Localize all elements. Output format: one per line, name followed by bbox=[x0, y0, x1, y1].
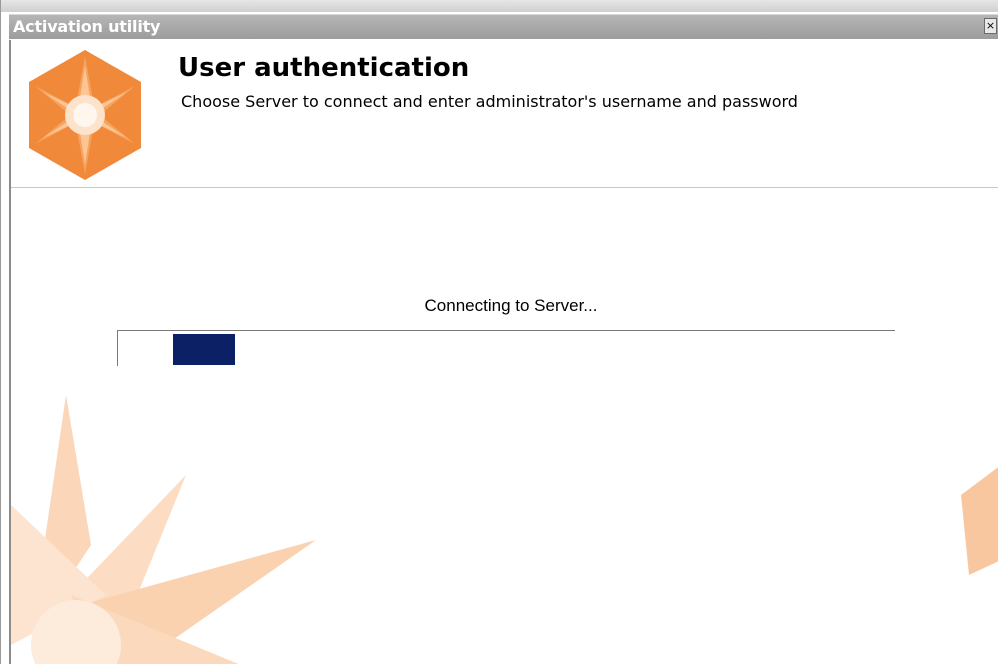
page-subtitle: Choose Server to connect and enter admin… bbox=[181, 92, 798, 111]
page-title: User authentication bbox=[178, 53, 470, 83]
dialog-client-area: User authentication Choose Server to con… bbox=[9, 40, 998, 664]
close-button[interactable]: × bbox=[984, 18, 997, 34]
connection-progress-bar bbox=[117, 330, 895, 366]
progress-marquee-chunk bbox=[173, 334, 235, 365]
connection-status-text: Connecting to Server... bbox=[424, 296, 598, 315]
background-star-fragment bbox=[961, 467, 998, 575]
orange-star-hexagon-logo bbox=[29, 50, 141, 180]
close-icon: × bbox=[985, 19, 996, 32]
header-panel: User authentication Choose Server to con… bbox=[11, 40, 998, 188]
activation-utility-window: Activation utility × User authentication… bbox=[0, 0, 998, 664]
window-top-strip bbox=[1, 0, 998, 12]
background-star-watermark bbox=[11, 395, 316, 664]
window-title: Activation utility bbox=[13, 17, 161, 36]
title-bar[interactable]: Activation utility × bbox=[9, 14, 998, 39]
